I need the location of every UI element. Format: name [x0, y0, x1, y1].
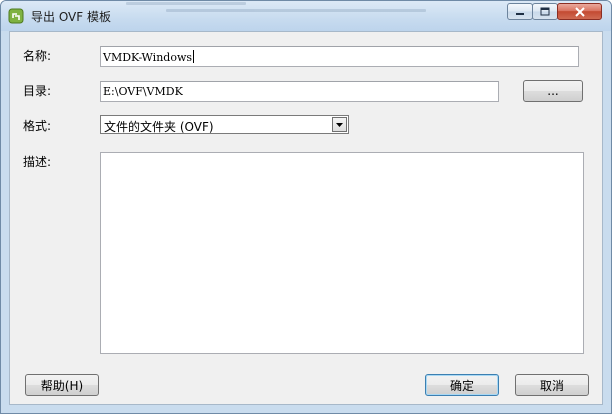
directory-value: E:\OVF\VMDK	[103, 85, 183, 98]
description-textarea[interactable]	[100, 152, 584, 354]
dropdown-arrow-button[interactable]	[332, 117, 347, 132]
description-label: 描述:	[23, 155, 52, 169]
format-value: 文件的文件夹 (OVF)	[104, 120, 214, 134]
maximize-icon	[540, 7, 550, 16]
browse-button[interactable]: ...	[523, 80, 583, 102]
ok-button[interactable]: 确定	[425, 374, 499, 396]
minimize-icon	[516, 12, 524, 15]
name-label: 名称:	[23, 49, 52, 63]
cancel-button[interactable]: 取消	[515, 374, 589, 396]
directory-field[interactable]: E:\OVF\VMDK	[100, 81, 499, 102]
title-bar[interactable]: 导出 OVF 模板	[1, 1, 611, 31]
help-button[interactable]: 帮助(H)	[25, 374, 99, 396]
format-dropdown[interactable]: 文件的文件夹 (OVF)	[100, 115, 349, 134]
name-value: VMDK-Windows	[103, 51, 192, 64]
format-label: 格式:	[23, 119, 52, 133]
close-icon	[574, 6, 585, 17]
maximize-button[interactable]	[532, 3, 558, 20]
export-ovf-dialog: 导出 OVF 模板 名称: VMDK-Windows 目录: E:\OVF\VM…	[0, 0, 612, 414]
chevron-down-icon	[336, 122, 343, 127]
name-field[interactable]: VMDK-Windows	[100, 46, 579, 67]
text-caret	[193, 50, 194, 63]
background-window-blur	[126, 2, 506, 20]
close-button[interactable]	[557, 3, 602, 20]
directory-label: 目录:	[23, 84, 52, 98]
dialog-body: 名称: VMDK-Windows 目录: E:\OVF\VMDK ... 格式:…	[9, 31, 603, 405]
vsphere-export-icon	[8, 8, 24, 24]
window-title: 导出 OVF 模板	[31, 10, 111, 24]
minimize-button[interactable]	[507, 3, 533, 20]
